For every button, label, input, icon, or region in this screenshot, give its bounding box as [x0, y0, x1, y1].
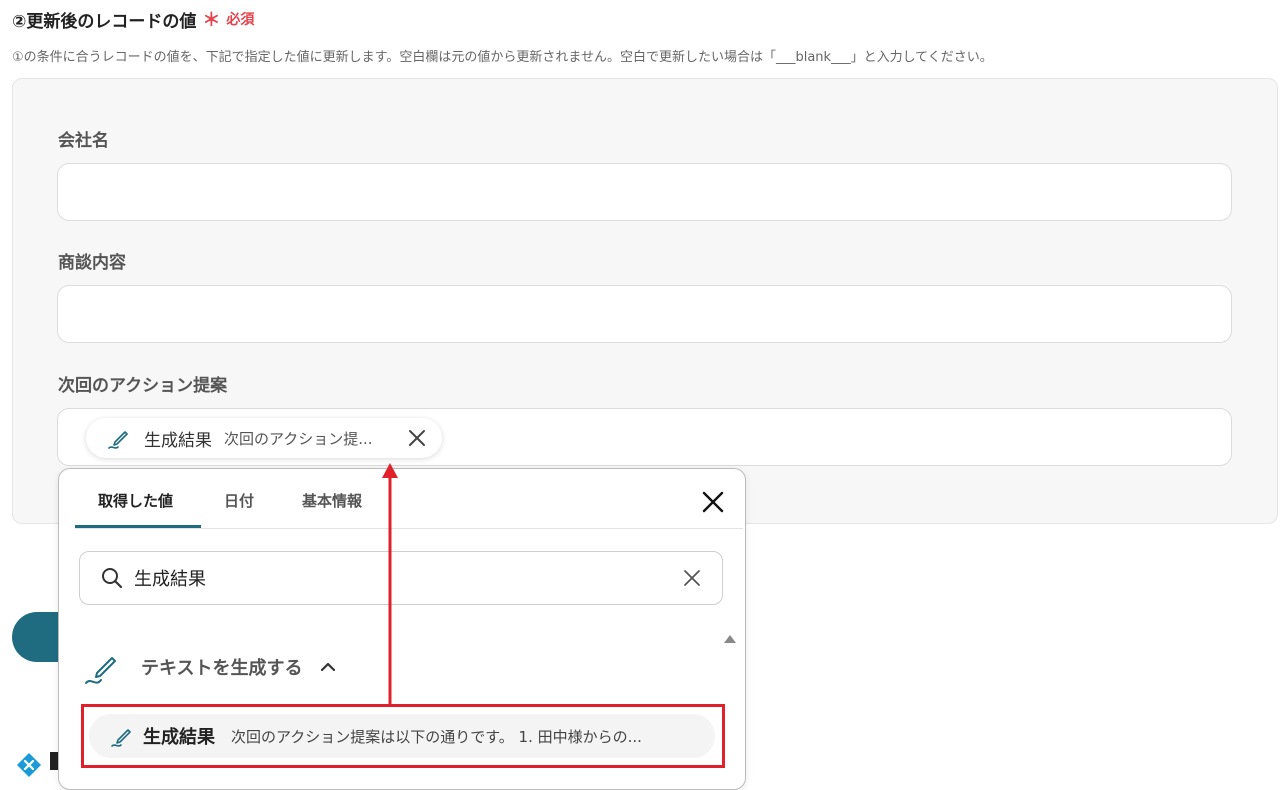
chevron-up-icon[interactable] — [320, 659, 336, 675]
chip-name: 生成結果 — [144, 430, 212, 451]
close-icon[interactable] — [700, 489, 726, 515]
result-item[interactable]: 生成結果 次回のアクション提案は以下の通りです。 1. 田中様からの... — [89, 714, 715, 758]
pen-icon — [108, 431, 128, 449]
group-header-text-generation[interactable]: テキストを生成する — [83, 647, 336, 687]
section-title: ②更新後のレコードの値 ＊ 必須 — [12, 6, 254, 32]
tab-acquired-values[interactable]: 取得した値 — [98, 490, 173, 511]
result-name: 生成結果 — [143, 727, 215, 748]
tab-basic-info[interactable]: 基本情報 — [302, 490, 362, 511]
group-label: テキストを生成する — [141, 658, 303, 679]
pen-icon — [111, 729, 131, 747]
partial-label — [50, 752, 58, 770]
variable-chip[interactable]: 生成結果 次回のアクション提... — [86, 418, 442, 458]
app-badge-icon — [17, 753, 41, 777]
scroll-up-arrow[interactable] — [724, 635, 736, 643]
search-field[interactable] — [79, 551, 723, 605]
deal-content-input[interactable] — [57, 285, 1232, 343]
pen-icon — [85, 657, 116, 684]
required-star: ＊ — [202, 10, 221, 31]
required-label: 必須 — [226, 12, 255, 28]
chip-close-icon[interactable] — [406, 427, 428, 449]
active-tab-indicator — [75, 525, 201, 528]
tab-divider — [75, 528, 743, 529]
tab-date[interactable]: 日付 — [224, 490, 254, 511]
search-icon — [102, 568, 123, 589]
section-description: ①の条件に合うレコードの値を、下記で指定した値に更新します。空白欄は元の値から更… — [12, 50, 993, 65]
result-preview: 次回のアクション提案は以下の通りです。 1. 田中様からの... — [231, 727, 642, 746]
search-input[interactable] — [132, 566, 682, 590]
section-title-text: ②更新後のレコードの値 — [12, 11, 197, 32]
field-label-company: 会社名 — [58, 131, 109, 151]
field-label-next-action: 次回のアクション提案 — [58, 376, 228, 396]
field-label-deal: 商談内容 — [58, 253, 126, 273]
chip-preview: 次回のアクション提... — [224, 429, 373, 448]
clear-search-icon[interactable] — [682, 568, 702, 588]
value-picker-popup: 取得した値 日付 基本情報 テキストを生成する 生成結果 次回のア — [58, 468, 746, 790]
company-name-input[interactable] — [57, 163, 1232, 221]
